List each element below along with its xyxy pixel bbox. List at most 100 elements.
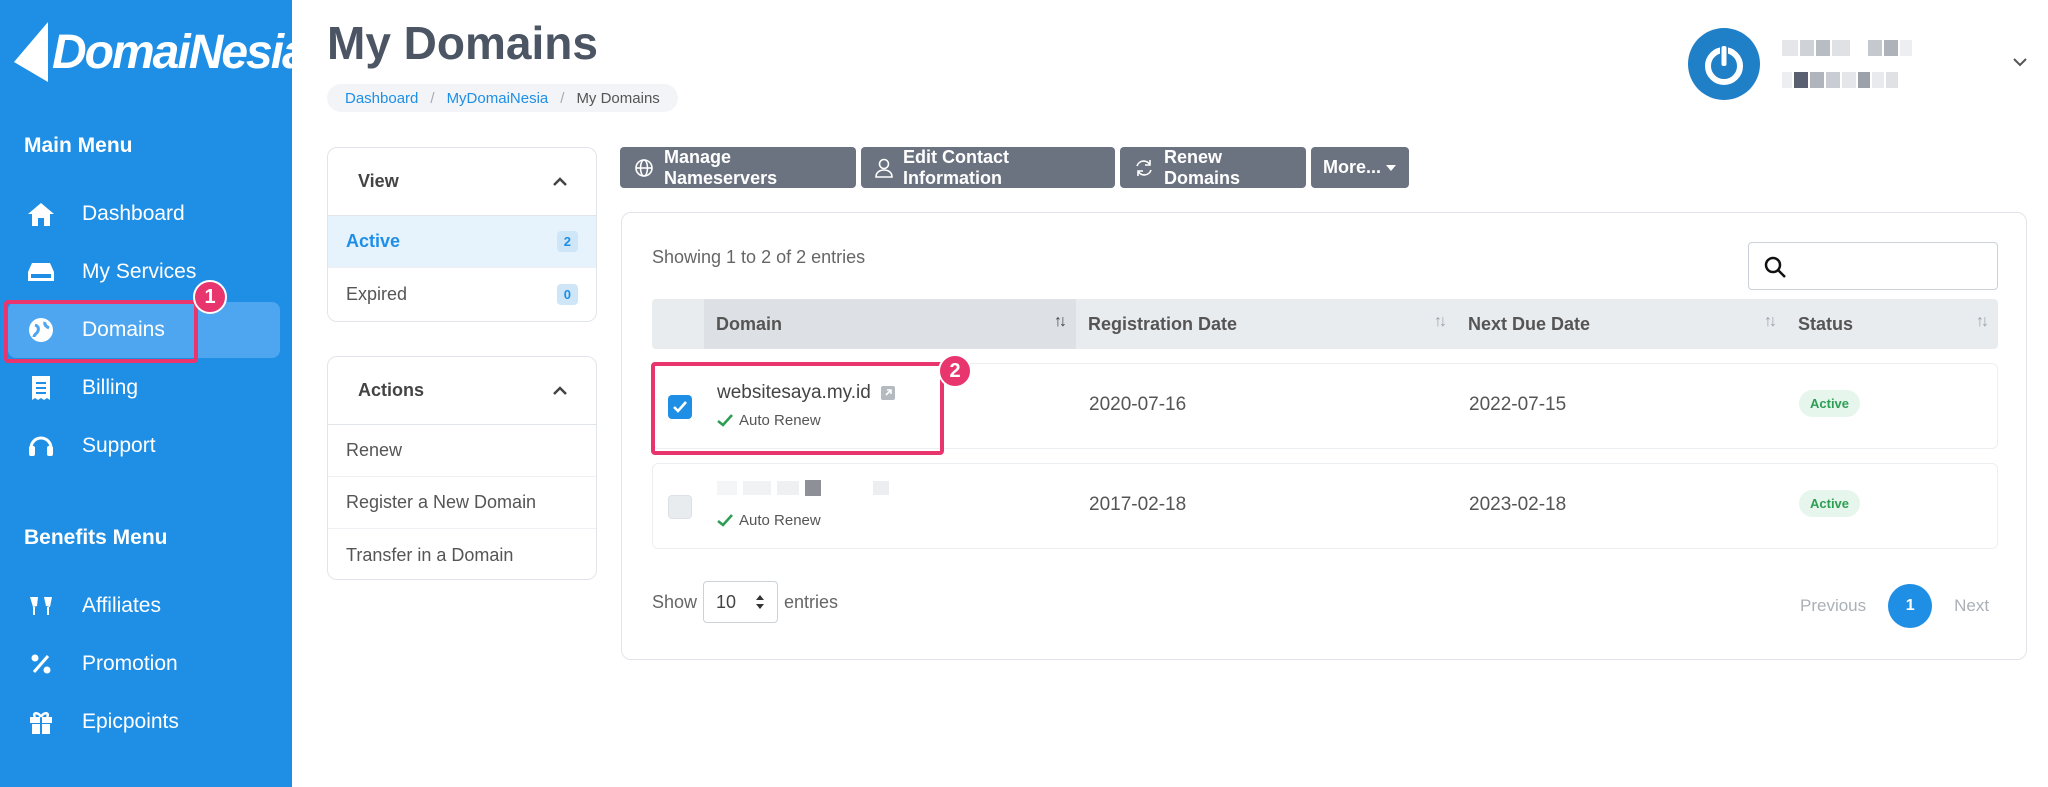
breadcrumb-separator: /: [430, 89, 435, 107]
column-domain[interactable]: Domain ↑↓: [704, 299, 1076, 349]
domain-name-redacted: [717, 480, 889, 496]
chevron-up-icon[interactable]: [552, 176, 568, 187]
table-header: Domain ↑↓ Registration Date ↑↓ Next Due …: [652, 299, 1998, 349]
sidebar: DomaiNesia Main Menu Dashboard My Servic…: [0, 0, 309, 787]
breadcrumb-separator: /: [560, 89, 565, 107]
table-row[interactable]: Auto Renew 2017-02-18 2023-02-18 Active: [652, 463, 1998, 549]
show-label: Show: [652, 591, 698, 612]
column-next-due-date[interactable]: Next Due Date ↑↓: [1456, 299, 1786, 349]
auto-renew-indicator: Auto Renew: [717, 512, 821, 529]
benefits-menu-heading: Benefits Menu: [24, 526, 168, 549]
action-transfer-domain[interactable]: Transfer in a Domain: [328, 529, 596, 579]
sidebar-item-dashboard[interactable]: Dashboard: [8, 186, 280, 242]
gift-icon: [26, 707, 56, 737]
highlight-box-domains: [4, 300, 198, 363]
globe-outline-icon: [634, 158, 654, 178]
user-outline-icon: [875, 158, 893, 178]
refresh-icon: [1134, 158, 1154, 178]
registration-date: 2020-07-16: [1089, 394, 1187, 415]
column-label: Next Due Date: [1468, 313, 1591, 334]
breadcrumb-dashboard[interactable]: Dashboard: [345, 90, 418, 107]
actions-panel-header[interactable]: Actions: [328, 357, 596, 425]
cheers-icon: [26, 591, 56, 621]
brand-logo[interactable]: DomaiNesia: [14, 16, 309, 88]
count-badge: 2: [556, 231, 578, 252]
view-filter-active[interactable]: Active 2: [328, 216, 596, 268]
user-menu[interactable]: [1688, 26, 2028, 102]
entries-value: 10: [716, 591, 737, 612]
action-register-domain[interactable]: Register a New Domain: [328, 477, 596, 529]
page-1-button[interactable]: 1: [1888, 584, 1933, 628]
view-filter-expired[interactable]: Expired 0: [328, 268, 596, 320]
sort-icon: ↑↓: [1764, 313, 1777, 330]
chevron-up-icon[interactable]: [552, 385, 568, 396]
pagination: Previous 1 Next: [1800, 584, 1989, 628]
manage-nameservers-button[interactable]: Manage Nameservers: [620, 147, 856, 188]
column-label: Registration Date: [1088, 313, 1238, 334]
sort-icon: ↑↓: [1434, 313, 1447, 330]
step-badge-2: 2: [938, 354, 972, 388]
page-length-control: Show 10 entries: [652, 581, 838, 623]
button-label: Manage Nameservers: [664, 146, 778, 188]
caret-down-icon: [1386, 164, 1397, 171]
breadcrumb-current: My Domains: [576, 89, 660, 107]
entries-label: entries: [784, 591, 839, 612]
sidebar-item-epicpoints[interactable]: Epicpoints: [8, 694, 280, 750]
count-badge: 0: [556, 283, 578, 305]
sidebar-item-support[interactable]: Support: [8, 418, 280, 474]
sort-icon: ↑↓: [1976, 313, 1989, 330]
sidebar-item-label: Dashboard: [82, 202, 185, 225]
next-due-date: 2022-07-15: [1469, 394, 1567, 415]
sidebar-item-label: Promotion: [82, 652, 178, 675]
row-checkbox[interactable]: [668, 495, 692, 519]
button-label: Edit Contact Information: [903, 146, 1009, 188]
server-icon: [26, 257, 56, 287]
user-name-redacted: [1782, 40, 1912, 56]
button-label: Renew Domains: [1164, 146, 1241, 188]
action-label: Transfer in a Domain: [346, 544, 514, 565]
column-status[interactable]: Status ↑↓: [1786, 299, 1998, 349]
power-icon: [1698, 38, 1750, 90]
sidebar-item-label: Support: [82, 434, 156, 457]
sidebar-item-my-services[interactable]: My Services: [8, 244, 280, 300]
percent-icon: [26, 649, 56, 679]
bulk-actions-toolbar: Manage Nameservers Edit Contact Informat…: [620, 147, 1409, 188]
checkmark-icon: [717, 514, 733, 527]
select-arrows-icon: [756, 595, 765, 609]
renew-domains-button[interactable]: Renew Domains: [1120, 147, 1306, 188]
main-menu-heading: Main Menu: [24, 134, 133, 157]
column-registration-date[interactable]: Registration Date ↑↓: [1076, 299, 1456, 349]
edit-contact-button[interactable]: Edit Contact Information: [861, 147, 1115, 188]
home-icon: [26, 199, 56, 229]
sidebar-item-promotion[interactable]: Promotion: [8, 636, 280, 692]
button-label: More...: [1323, 157, 1382, 177]
next-page-button[interactable]: Next: [1954, 596, 1989, 616]
sidebar-item-label: Affiliates: [82, 594, 161, 617]
page-title: My Domains: [327, 17, 598, 69]
column-label: Status: [1798, 313, 1854, 334]
chevron-down-icon[interactable]: [2012, 56, 2028, 68]
sidebar-item-label: Epicpoints: [82, 710, 179, 733]
view-panel-header[interactable]: View: [328, 148, 596, 216]
sort-asc-icon: ↑↓: [1054, 313, 1067, 330]
view-filter-label: Active: [346, 231, 401, 251]
breadcrumb: Dashboard / MyDomaiNesia / My Domains: [327, 84, 678, 112]
action-renew[interactable]: Renew: [328, 425, 596, 477]
action-label: Register a New Domain: [346, 492, 537, 512]
previous-page-button[interactable]: Previous: [1800, 596, 1866, 616]
table-info: Showing 1 to 2 of 2 entries: [652, 247, 866, 267]
actions-panel-title: Actions: [358, 380, 425, 400]
entries-select[interactable]: 10: [703, 581, 779, 623]
search-input[interactable]: [1748, 242, 1998, 290]
column-label: Domain: [716, 313, 783, 334]
breadcrumb-mydomainesia[interactable]: MyDomaiNesia: [447, 90, 549, 107]
actions-panel: Actions Renew Register a New Domain Tran…: [327, 356, 597, 580]
sidebar-item-affiliates[interactable]: Affiliates: [8, 578, 280, 634]
user-email-redacted: [1782, 72, 1898, 88]
step-badge-1: 1: [193, 280, 227, 314]
more-dropdown-button[interactable]: More...: [1311, 147, 1409, 188]
sidebar-item-billing[interactable]: Billing: [8, 360, 280, 416]
next-due-date: 2023-02-18: [1469, 494, 1567, 515]
action-label: Renew: [346, 440, 403, 460]
avatar[interactable]: [1688, 28, 1760, 100]
